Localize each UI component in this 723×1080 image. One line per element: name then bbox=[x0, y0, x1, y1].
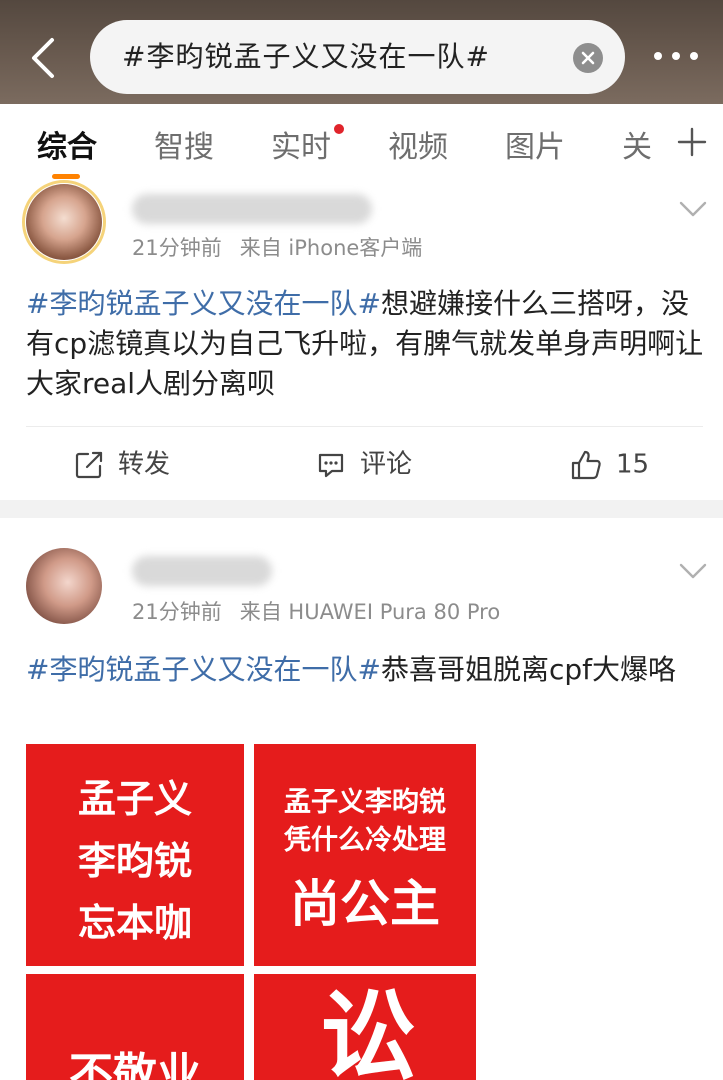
image-text: 讼 bbox=[320, 981, 416, 1080]
hashtag-link[interactable]: #李昀锐孟子义又没在一队# bbox=[26, 287, 381, 320]
chevron-down-icon[interactable] bbox=[678, 200, 708, 218]
post-body: 恭喜哥姐脱离cpf大爆咯 bbox=[380, 653, 676, 686]
image-text: 忘本咖 bbox=[77, 901, 192, 945]
image-text: 孟子义 bbox=[77, 777, 192, 821]
chevron-left-icon[interactable] bbox=[22, 34, 66, 82]
post-source: 来自 iPhone客户端 bbox=[239, 236, 423, 260]
comment-icon bbox=[318, 453, 344, 477]
image-text: 凭什么冷处理 bbox=[284, 825, 446, 856]
tab-images[interactable]: 图片 bbox=[505, 128, 565, 168]
plus-icon[interactable] bbox=[676, 126, 708, 158]
feed-separator bbox=[0, 500, 723, 518]
tab-video[interactable]: 视频 bbox=[388, 128, 448, 168]
image-text: 尚公主 bbox=[290, 875, 440, 933]
thumbs-up-icon bbox=[571, 450, 601, 479]
chevron-down-icon[interactable] bbox=[678, 562, 708, 580]
username-blurred[interactable] bbox=[132, 194, 372, 224]
post-card[interactable]: 21分钟前 来自 iPhone客户端 #李昀锐孟子义又没在一队#想避嫌接什么三搭呀… bbox=[0, 180, 723, 500]
post-image[interactable]: 不敬业 bbox=[26, 974, 244, 1080]
repost-icon bbox=[75, 451, 103, 478]
post-text: #李昀锐孟子义又没在一队#恭喜哥姐脱离cpf大爆咯 bbox=[26, 650, 706, 690]
like-count: 15 bbox=[616, 449, 650, 480]
post-image[interactable]: 孟子义李昀锐 凭什么冷处理 尚公主 bbox=[254, 744, 476, 966]
post-text: #李昀锐孟子义又没在一队#想避嫌接什么三搭呀，没有cp滤镜真以为自己飞升啦，有脾… bbox=[26, 284, 706, 404]
search-input[interactable]: #李昀锐孟子义又没在一队# bbox=[90, 20, 625, 94]
post-meta: 21分钟前 来自 HUAWEI Pura 80 Pro bbox=[132, 598, 500, 626]
post-time: 21分钟前 bbox=[132, 236, 222, 260]
more-dots-icon[interactable] bbox=[650, 44, 702, 68]
repost-button[interactable]: 转发 bbox=[74, 444, 170, 484]
tab-comprehensive[interactable]: 综合 bbox=[37, 128, 97, 168]
image-text: 孟子义李昀锐 bbox=[284, 787, 446, 818]
like-button[interactable]: 15 bbox=[570, 444, 649, 484]
image-text: 李昀锐 bbox=[77, 839, 192, 883]
repost-label: 转发 bbox=[118, 449, 171, 480]
comment-button[interactable]: 评论 bbox=[316, 444, 412, 484]
comment-label: 评论 bbox=[360, 449, 413, 480]
post-meta: 21分钟前 来自 iPhone客户端 bbox=[132, 234, 422, 262]
tab-smart-search[interactable]: 智搜 bbox=[154, 128, 214, 168]
search-tabs: 综合 智搜 实时 视频 图片 关 bbox=[0, 104, 723, 188]
search-header: #李昀锐孟子义又没在一队# bbox=[0, 0, 723, 104]
divider bbox=[26, 426, 703, 427]
close-circle-icon[interactable] bbox=[573, 43, 603, 73]
active-tab-indicator bbox=[52, 174, 80, 179]
username-blurred[interactable] bbox=[132, 556, 272, 586]
post-time: 21分钟前 bbox=[132, 600, 222, 624]
image-text: 不敬业 bbox=[69, 1049, 201, 1080]
post-card[interactable]: 21分钟前 来自 HUAWEI Pura 80 Pro #李昀锐孟子义又没在一队#… bbox=[0, 518, 723, 1080]
hashtag-link[interactable]: #李昀锐孟子义又没在一队# bbox=[26, 653, 381, 686]
post-source: 来自 HUAWEI Pura 80 Pro bbox=[239, 600, 501, 624]
tab-follow[interactable]: 关 bbox=[622, 128, 652, 168]
new-content-dot bbox=[334, 124, 344, 134]
post-image[interactable]: 孟子义 李昀锐 忘本咖 bbox=[26, 744, 244, 966]
avatar[interactable] bbox=[26, 548, 102, 624]
post-image[interactable]: 讼 bbox=[254, 974, 476, 1080]
avatar[interactable] bbox=[26, 184, 102, 260]
search-query-text: #李昀锐孟子义又没在一队# bbox=[122, 40, 490, 73]
tab-realtime[interactable]: 实时 bbox=[271, 128, 331, 168]
